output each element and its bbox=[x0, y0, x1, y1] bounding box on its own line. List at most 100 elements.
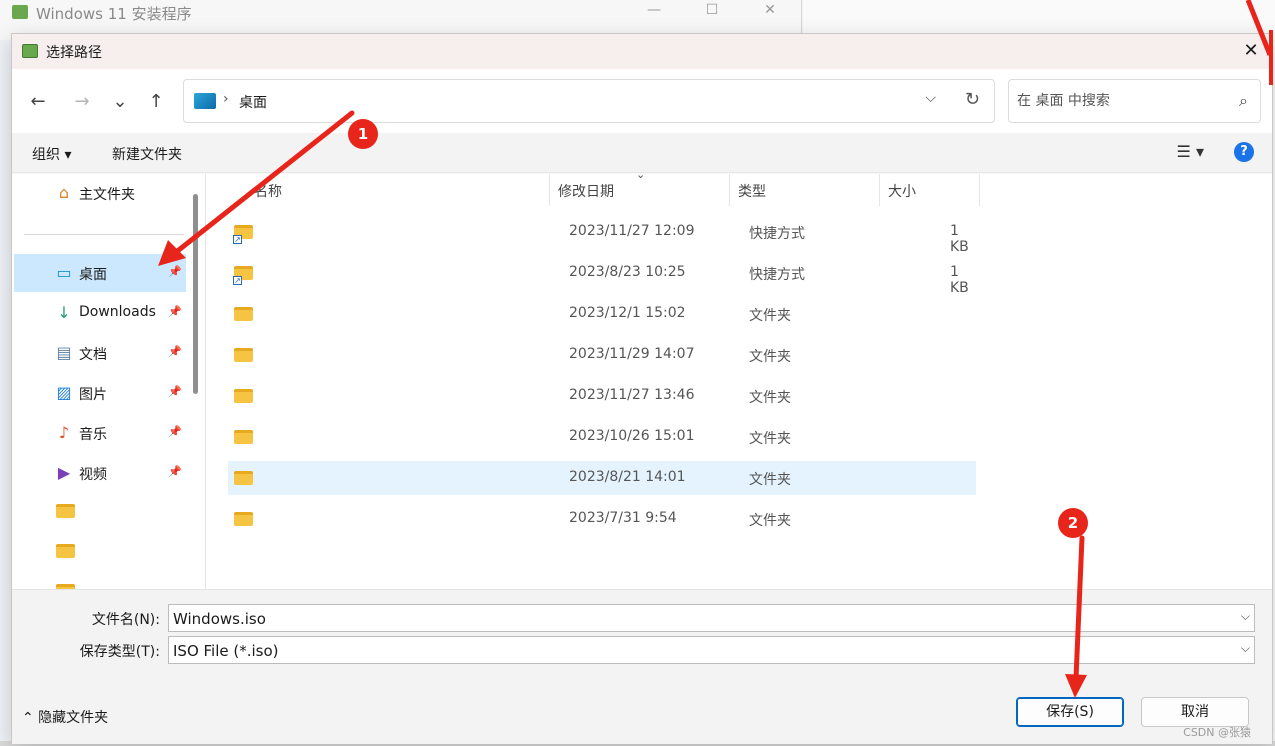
pin-icon[interactable]: 📌 bbox=[168, 465, 182, 478]
folder-icon bbox=[234, 471, 253, 485]
sidebar-item-label: 图片 bbox=[79, 387, 107, 403]
document-icon: ▤ bbox=[56, 343, 72, 362]
filetype-select[interactable]: ISO File (*.iso) ⌵ bbox=[168, 636, 1255, 664]
filename-field[interactable]: Windows.iso ⌵ bbox=[168, 604, 1255, 632]
back-arrow-icon[interactable]: ← bbox=[24, 89, 52, 115]
file-type: 文件夹 bbox=[749, 308, 791, 324]
file-row[interactable]: 2023/7/31 9:54 文件夹 bbox=[228, 502, 976, 536]
pin-icon[interactable]: 📌 bbox=[168, 385, 182, 398]
shortcut-arrow-icon: ↗ bbox=[233, 235, 242, 244]
sidebar-item-folder[interactable] bbox=[14, 494, 186, 532]
file-modified: 2023/11/27 12:09 bbox=[569, 223, 695, 239]
file-modified: 2023/11/29 14:07 bbox=[569, 346, 695, 362]
sidebar-scrollbar[interactable] bbox=[193, 194, 198, 394]
background-window-title: Windows 11 安装程序 bbox=[36, 5, 192, 23]
folder-icon bbox=[234, 512, 253, 526]
folder-icon bbox=[56, 544, 75, 558]
file-row[interactable]: 2023/12/1 15:02 文件夹 bbox=[228, 297, 976, 331]
search-box[interactable]: ⌕ bbox=[1008, 79, 1261, 123]
annotation-marker-1: 1 bbox=[348, 119, 378, 149]
sidebar-item-downloads[interactable]: ↓ Downloads 📌 bbox=[14, 294, 186, 332]
filename-value[interactable]: Windows.iso bbox=[173, 610, 266, 628]
file-type: 文件夹 bbox=[749, 513, 791, 529]
sidebar-item-label: 视频 bbox=[79, 467, 107, 483]
pin-icon[interactable]: 📌 bbox=[168, 425, 182, 438]
save-dialog: 选择路径 ✕ ← → ⌄ ↑ › 桌面 ⌵ ↻ ⌕ 组织 ▾ 新建文件夹 ☰ ▾… bbox=[11, 33, 1273, 744]
pin-icon[interactable]: 📌 bbox=[168, 345, 182, 358]
help-icon[interactable]: ? bbox=[1234, 142, 1254, 162]
address-bar[interactable]: › 桌面 ⌵ ↻ bbox=[183, 79, 995, 123]
recent-locations-chevron-icon[interactable]: ⌄ bbox=[106, 89, 134, 115]
view-options-icon[interactable]: ☰ ▾ bbox=[1177, 142, 1204, 161]
sidebar-item-documents[interactable]: ▤ 文档 📌 bbox=[14, 334, 186, 372]
file-type: 文件夹 bbox=[749, 349, 791, 365]
column-header-label: 名称 bbox=[254, 184, 282, 200]
annotation-marker-2: 2 bbox=[1058, 508, 1088, 538]
sidebar-item-music[interactable]: ♪ 音乐 📌 bbox=[14, 414, 186, 452]
save-button[interactable]: 保存(S) bbox=[1016, 697, 1124, 727]
file-modified: 2023/11/27 13:46 bbox=[569, 387, 695, 403]
save-form: 文件名(N): Windows.iso ⌵ 保存类型(T): ISO File … bbox=[12, 589, 1272, 744]
refresh-icon[interactable]: ↻ bbox=[965, 89, 980, 110]
sidebar-item-videos[interactable]: ▶ 视频 📌 bbox=[14, 454, 186, 492]
filetype-value[interactable]: ISO File (*.iso) bbox=[173, 642, 279, 660]
search-icon[interactable]: ⌕ bbox=[1239, 91, 1248, 111]
sidebar-item-home[interactable]: ⌂ 主文件夹 bbox=[14, 174, 186, 212]
folder-icon bbox=[234, 389, 253, 403]
folder-icon bbox=[234, 307, 253, 321]
chevron-down-icon[interactable]: ⌵ bbox=[1241, 609, 1250, 624]
organize-button[interactable]: 组织 ▾ bbox=[32, 144, 71, 164]
navigation-bar: ← → ⌄ ↑ › 桌面 ⌵ ↻ ⌕ bbox=[12, 69, 1272, 133]
column-header-modified[interactable]: 修改日期 bbox=[550, 174, 730, 206]
video-icon: ▶ bbox=[57, 463, 71, 482]
column-header-name[interactable]: 名称 bbox=[254, 174, 550, 206]
column-header-type[interactable]: 类型 bbox=[730, 174, 880, 206]
cancel-button[interactable]: 取消 bbox=[1141, 697, 1249, 727]
navigation-pane: ⌂ 主文件夹 ▭ 桌面 📌 ↓ Downloads 📌 ▤ 文档 📌 ▨ 图片 … bbox=[12, 174, 205, 589]
file-row[interactable]: 2023/11/29 14:07 文件夹 bbox=[228, 338, 976, 372]
file-row[interactable]: ↗ 2023/8/23 10:25 快捷方式 1 KB bbox=[228, 256, 976, 296]
close-icon[interactable]: ✕ bbox=[742, 2, 798, 24]
file-modified: 2023/8/21 14:01 bbox=[569, 469, 686, 485]
file-row[interactable]: ↗ 2023/11/27 12:09 快捷方式 1 KB bbox=[228, 215, 976, 255]
address-dropdown-icon[interactable]: ⌵ bbox=[925, 90, 936, 106]
file-row-selected[interactable]: 2023/8/21 14:01 文件夹 bbox=[228, 461, 976, 495]
dialog-title: 选择路径 bbox=[46, 45, 102, 61]
home-icon: ⌂ bbox=[58, 183, 70, 202]
pin-icon[interactable]: 📌 bbox=[168, 305, 182, 318]
file-modified: 2023/7/31 9:54 bbox=[569, 510, 677, 526]
sidebar-item-label: 音乐 bbox=[79, 427, 107, 443]
search-input[interactable] bbox=[1017, 90, 1217, 112]
forward-arrow-icon[interactable]: → bbox=[68, 89, 96, 115]
minimize-icon[interactable]: — bbox=[626, 2, 682, 24]
up-arrow-icon[interactable]: ↑ bbox=[142, 89, 170, 115]
breadcrumb-desktop[interactable]: 桌面 bbox=[239, 92, 267, 112]
sidebar-item-folder[interactable] bbox=[14, 574, 186, 589]
chevron-down-icon[interactable]: ⌵ bbox=[1241, 641, 1250, 656]
sidebar-item-desktop[interactable]: ▭ 桌面 📌 bbox=[14, 254, 186, 292]
file-type: 文件夹 bbox=[749, 472, 791, 488]
desktop-icon bbox=[194, 93, 216, 109]
file-type: 快捷方式 bbox=[749, 267, 805, 283]
download-icon: ↓ bbox=[57, 303, 71, 322]
column-header-size[interactable]: 大小 bbox=[880, 174, 980, 206]
app-icon bbox=[12, 5, 28, 19]
music-icon: ♪ bbox=[58, 423, 70, 442]
file-modified: 2023/8/23 10:25 bbox=[569, 264, 686, 280]
file-modified: 2023/10/26 15:01 bbox=[569, 428, 695, 444]
file-type: 文件夹 bbox=[749, 390, 791, 406]
dialog-app-icon bbox=[22, 44, 38, 58]
file-row[interactable]: 2023/11/27 13:46 文件夹 bbox=[228, 379, 976, 413]
dialog-close-button[interactable]: ✕ bbox=[1236, 37, 1266, 65]
new-folder-button[interactable]: 新建文件夹 bbox=[112, 144, 182, 164]
pin-icon[interactable]: 📌 bbox=[168, 265, 182, 278]
hide-folders-toggle[interactable]: ⌃ 隐藏文件夹 bbox=[22, 707, 108, 727]
maximize-icon[interactable]: ☐ bbox=[684, 2, 740, 24]
sidebar-item-label: 桌面 bbox=[79, 267, 107, 283]
sidebar-item-pictures[interactable]: ▨ 图片 📌 bbox=[14, 374, 186, 412]
sidebar-item-folder[interactable] bbox=[14, 534, 186, 572]
column-header-label: 修改日期 bbox=[558, 184, 614, 200]
dialog-titlebar: 选择路径 ✕ bbox=[12, 34, 1272, 69]
file-row[interactable]: 2023/10/26 15:01 文件夹 bbox=[228, 420, 976, 454]
file-size: 1 KB bbox=[950, 223, 969, 255]
